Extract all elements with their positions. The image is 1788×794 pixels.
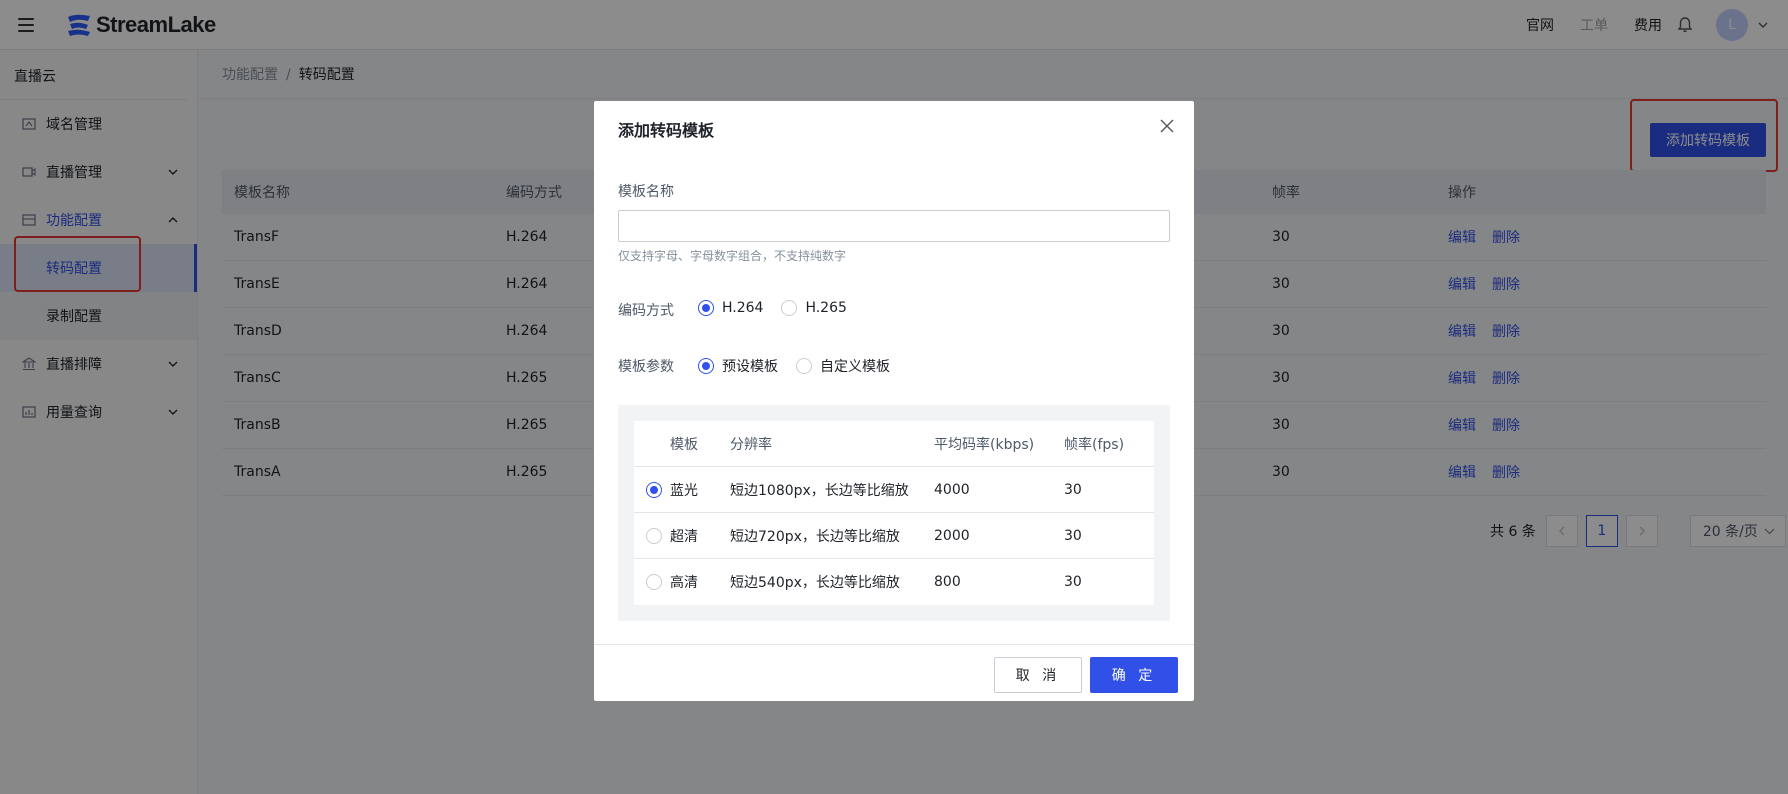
preset-row[interactable]: 超清 短边720px，长边等比缩放 2000 30 <box>634 513 1154 559</box>
preset-row[interactable]: 蓝光 短边1080px，长边等比缩放 4000 30 <box>634 467 1154 513</box>
close-icon[interactable] <box>1160 119 1174 133</box>
preset-table-header: 模板 分辨率 平均码率(kbps) 帧率(fps) <box>634 421 1154 467</box>
param-option-preset[interactable]: 预设模板 <box>698 356 778 376</box>
cancel-button[interactable]: 取 消 <box>994 657 1082 693</box>
preset-resolution: 短边1080px，长边等比缩放 <box>730 482 909 499</box>
modal-title: 添加转码模板 <box>618 121 715 140</box>
template-name-label: 模板名称 <box>618 184 674 200</box>
preset-fps: 30 <box>1064 574 1082 590</box>
confirm-button[interactable]: 确 定 <box>1090 657 1178 693</box>
preset-bitrate: 4000 <box>934 481 970 498</box>
preset-resolution: 短边720px，长边等比缩放 <box>730 528 900 545</box>
preset-col-resolution: 分辨率 <box>730 436 772 453</box>
preset-col-fps: 帧率(fps) <box>1064 436 1125 453</box>
param-radio-group: 预设模板 自定义模板 <box>698 356 908 376</box>
radio-selected[interactable] <box>698 358 714 374</box>
param-option-custom[interactable]: 自定义模板 <box>796 356 890 376</box>
preset-radio-selected[interactable] <box>646 482 662 498</box>
radio-unselected[interactable] <box>781 300 798 316</box>
preset-fps: 30 <box>1064 481 1082 498</box>
add-template-modal: 添加转码模板 模板名称 仅支持字母、字母数字组合，不支持纯数字 编码方式 H.2… <box>594 101 1194 701</box>
preset-name: 高清 <box>670 575 698 591</box>
preset-name: 蓝光 <box>670 482 698 499</box>
preset-row[interactable]: 高清 短边540px，长边等比缩放 800 30 <box>634 559 1154 605</box>
preset-box: 模板 分辨率 平均码率(kbps) 帧率(fps) 蓝光 短边1080px，长边… <box>618 405 1170 621</box>
radio-label: H.265 <box>805 300 847 316</box>
preset-radio-unselected[interactable] <box>646 574 662 590</box>
radio-label: H.264 <box>722 300 764 316</box>
preset-table: 模板 分辨率 平均码率(kbps) 帧率(fps) 蓝光 短边1080px，长边… <box>634 421 1154 605</box>
preset-col-template: 模板 <box>670 436 698 453</box>
codec-option-h264[interactable]: H.264 <box>698 300 763 316</box>
preset-col-bitrate: 平均码率(kbps) <box>934 436 1035 453</box>
preset-fps: 30 <box>1064 527 1082 544</box>
preset-name: 超清 <box>670 528 698 545</box>
preset-bitrate: 2000 <box>934 527 970 544</box>
codec-label: 编码方式 <box>618 303 674 319</box>
radio-unselected[interactable] <box>796 358 812 374</box>
radio-selected[interactable] <box>698 300 714 316</box>
preset-bitrate: 800 <box>934 574 961 590</box>
modal-footer: 取 消 确 定 <box>594 644 1194 701</box>
preset-resolution: 短边540px，长边等比缩放 <box>730 575 900 591</box>
radio-label: 预设模板 <box>722 359 778 375</box>
param-label: 模板参数 <box>618 359 674 375</box>
codec-radio-group: H.264 H.265 <box>698 300 865 316</box>
preset-radio-unselected[interactable] <box>646 528 662 544</box>
radio-label: 自定义模板 <box>820 359 890 375</box>
codec-option-h265[interactable]: H.265 <box>781 300 847 316</box>
template-name-hint: 仅支持字母、字母数字组合，不支持纯数字 <box>618 249 847 263</box>
template-name-input[interactable] <box>618 210 1170 242</box>
